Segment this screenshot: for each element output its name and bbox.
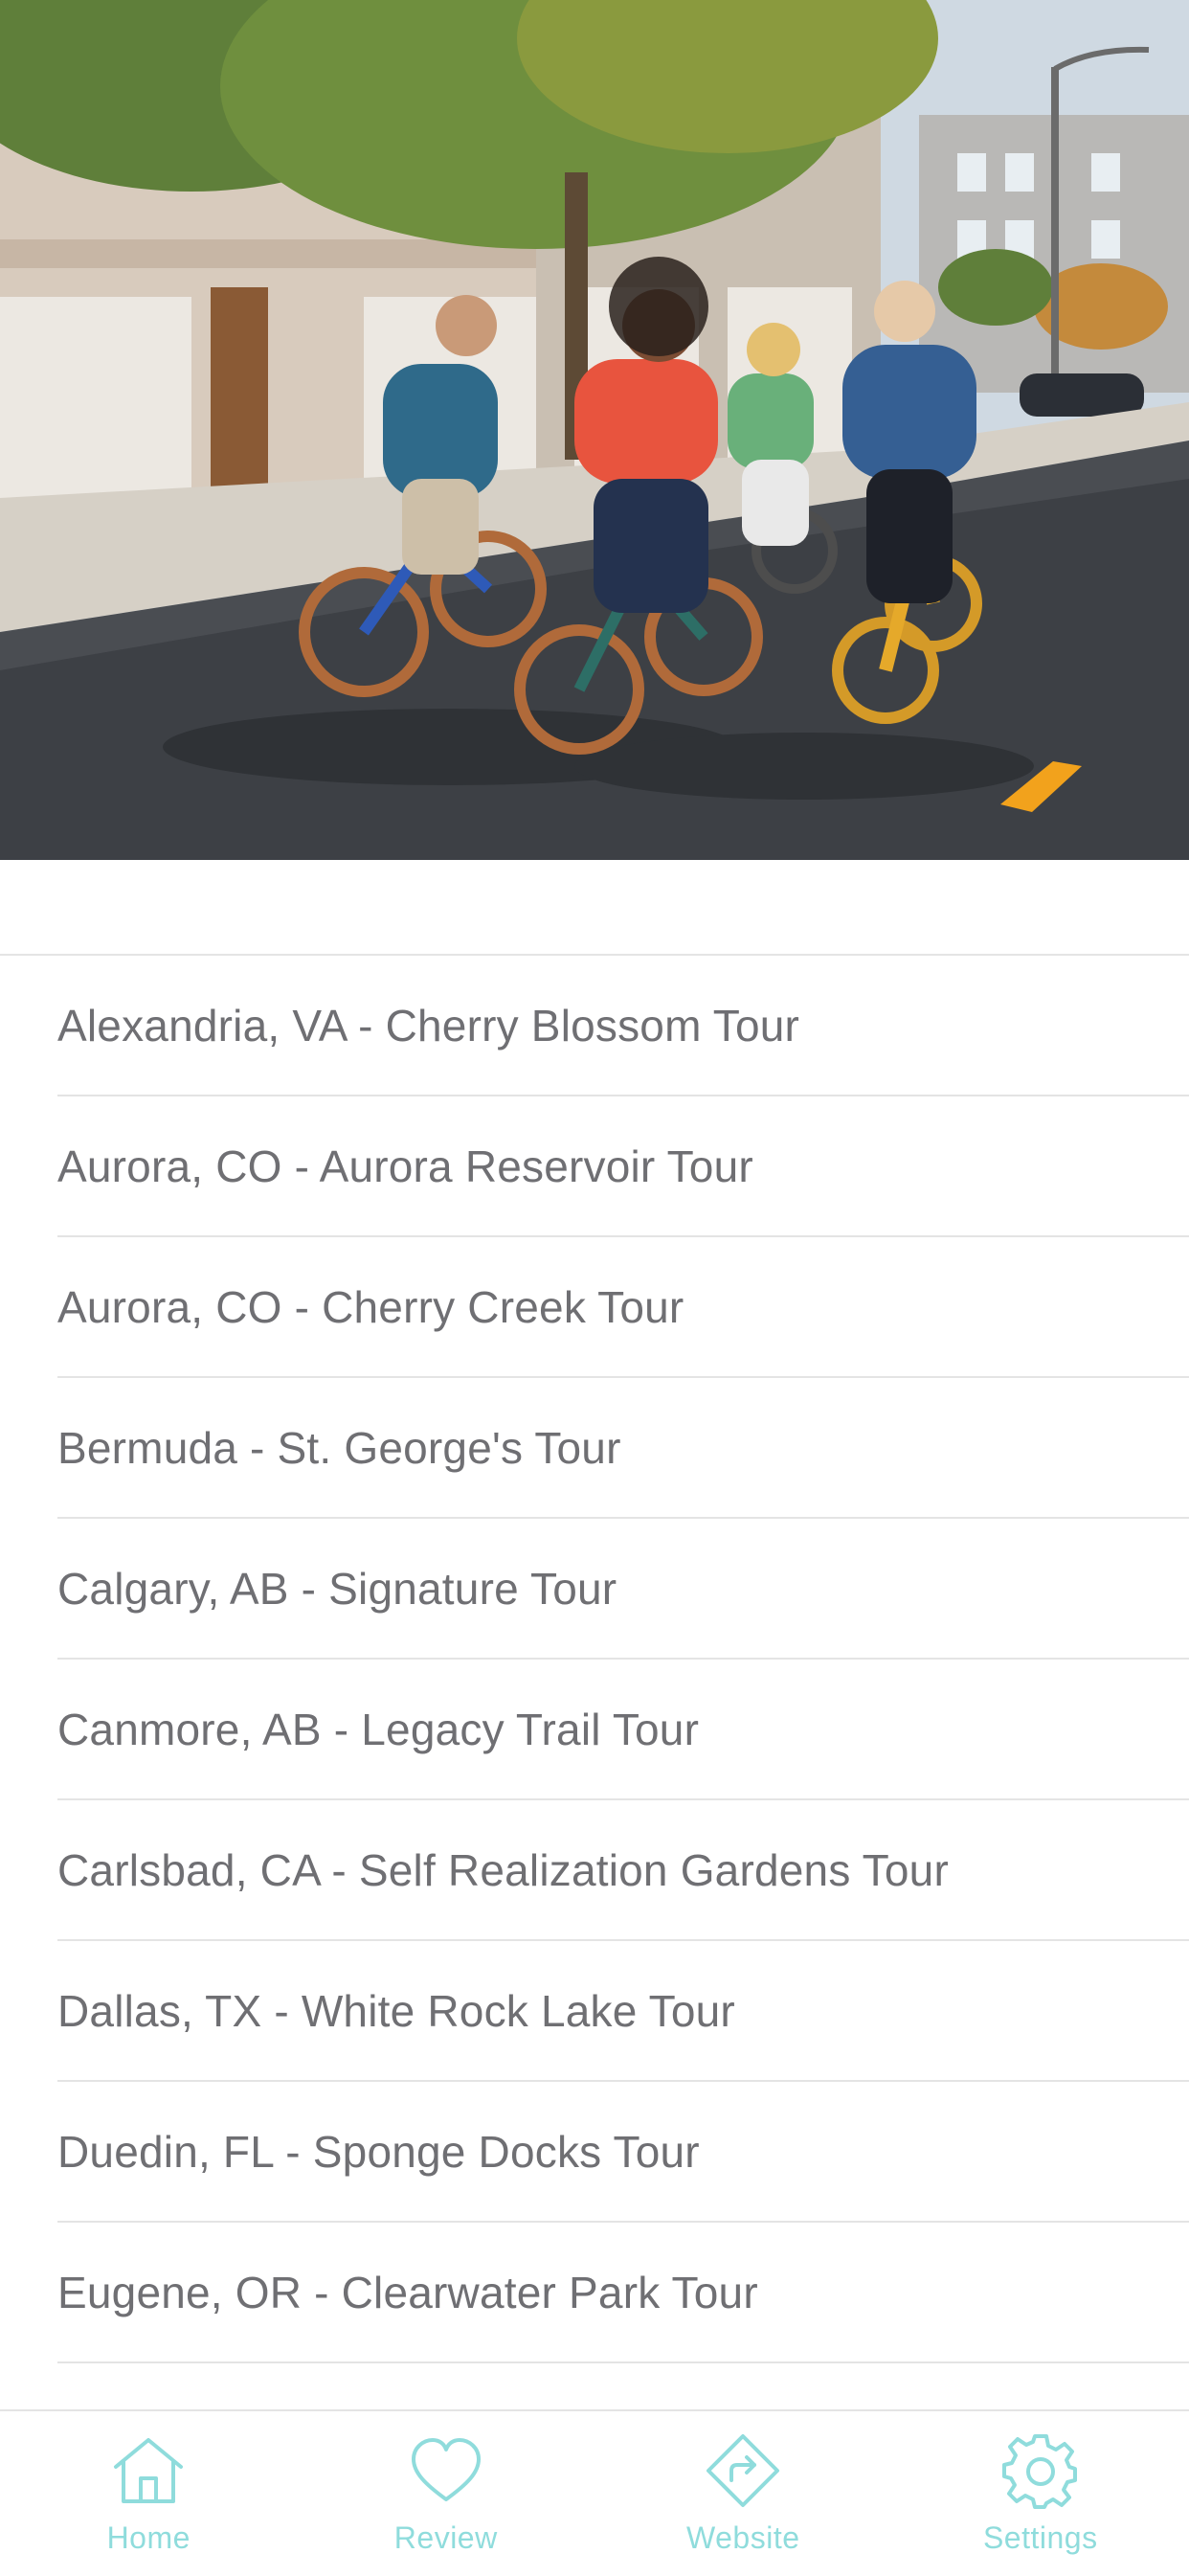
list-item-tour[interactable]: Alexandria, VA - Cherry Blossom Tour (57, 956, 1189, 1096)
list-item-tour[interactable]: Canmore, AB - Legacy Trail Tour (57, 1660, 1189, 1800)
tour-label: Bermuda - St. George's Tour (57, 1422, 621, 1474)
list-item-tour[interactable]: Duedin, FL - Sponge Docks Tour (57, 2082, 1189, 2223)
tab-review-label: Review (394, 2520, 498, 2556)
tour-label: Aurora, CO - Aurora Reservoir Tour (57, 1141, 753, 1192)
tab-review[interactable]: Review (298, 2411, 595, 2576)
tour-label: Calgary, AB - Signature Tour (57, 1563, 617, 1615)
tab-home[interactable]: Home (0, 2411, 298, 2576)
hero-photo (0, 0, 1189, 860)
tab-settings[interactable]: Settings (892, 2411, 1189, 2576)
list-item-tour[interactable]: Dallas, TX - White Rock Lake Tour (57, 1941, 1189, 2082)
list-item-tour[interactable]: Carlsbad, CA - Self Realization Gardens … (57, 1800, 1189, 1941)
tour-list: Alexandria, VA - Cherry Blossom Tour Aur… (0, 954, 1189, 2363)
tour-label: Alexandria, VA - Cherry Blossom Tour (57, 1000, 799, 1051)
heart-icon (406, 2430, 486, 2511)
tour-label: Dallas, TX - White Rock Lake Tour (57, 1985, 735, 2037)
tab-bar: Home Review Website Settings (0, 2409, 1189, 2576)
list-item-tour[interactable]: Bermuda - St. George's Tour (57, 1378, 1189, 1519)
tour-label: Aurora, CO - Cherry Creek Tour (57, 1281, 684, 1333)
tour-label: Carlsbad, CA - Self Realization Gardens … (57, 1844, 949, 1896)
list-item-tour[interactable]: Aurora, CO - Aurora Reservoir Tour (57, 1096, 1189, 1237)
tour-label: Canmore, AB - Legacy Trail Tour (57, 1704, 699, 1755)
tab-website[interactable]: Website (594, 2411, 892, 2576)
home-icon (108, 2430, 189, 2511)
tab-website-label: Website (686, 2520, 800, 2556)
list-item-tour[interactable]: Calgary, AB - Signature Tour (57, 1519, 1189, 1660)
tour-label: Duedin, FL - Sponge Docks Tour (57, 2126, 700, 2178)
hero-image (0, 0, 1189, 860)
list-item-tour[interactable]: Eugene, OR - Clearwater Park Tour (57, 2223, 1189, 2363)
directions-icon (703, 2430, 783, 2511)
tab-settings-label: Settings (983, 2520, 1098, 2556)
list-item-tour[interactable]: Aurora, CO - Cherry Creek Tour (57, 1237, 1189, 1378)
tab-home-label: Home (107, 2520, 191, 2556)
tour-label: Eugene, OR - Clearwater Park Tour (57, 2267, 758, 2318)
gear-icon (1000, 2430, 1081, 2511)
